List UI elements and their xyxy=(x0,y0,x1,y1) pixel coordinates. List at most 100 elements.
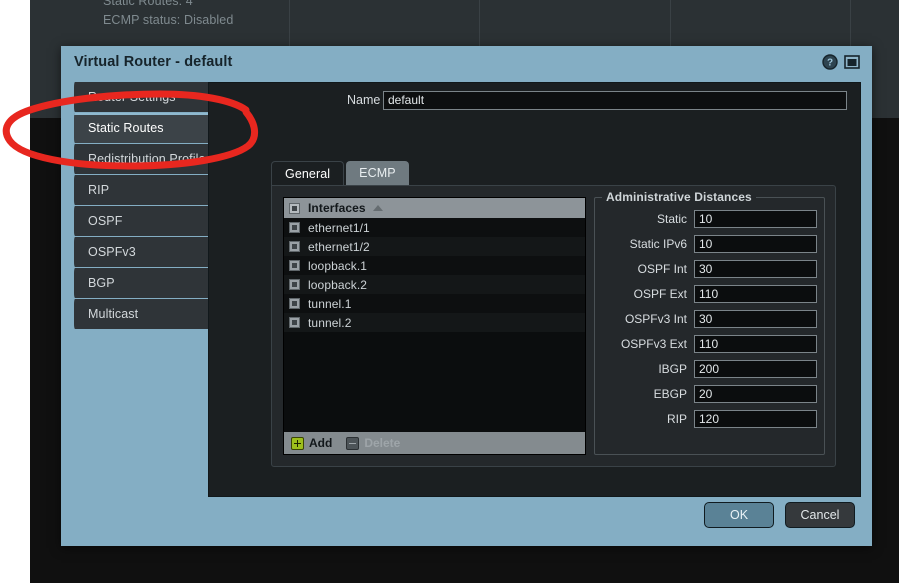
dialog-header-icons: ? xyxy=(822,54,860,70)
row-checkbox[interactable] xyxy=(289,279,300,290)
ospf-ext-input[interactable] xyxy=(694,284,817,303)
static-ipv6-input[interactable] xyxy=(694,234,817,253)
interfaces-column-header: Interfaces xyxy=(308,201,366,215)
administrative-distances-legend: Administrative Distances xyxy=(602,190,756,204)
name-input[interactable] xyxy=(383,90,847,110)
admin-distance-row: OSPF Int xyxy=(595,256,824,281)
dialog-footer: OK Cancel xyxy=(704,502,855,528)
admin-distance-row: RIP xyxy=(595,406,824,431)
tab-label: General xyxy=(285,166,331,181)
table-row[interactable]: ethernet1/1 xyxy=(284,218,585,237)
dialog-content-panel: Name General ECMP Interfaces xyxy=(208,82,861,497)
interface-name: tunnel.2 xyxy=(308,315,352,330)
ibgp-input[interactable] xyxy=(694,359,817,378)
row-checkbox[interactable] xyxy=(289,222,300,233)
general-tab-panel: Interfaces ethernet1/1 ethernet1/2 loopb… xyxy=(271,185,836,467)
rip-input[interactable] xyxy=(694,409,817,428)
row-checkbox[interactable] xyxy=(289,317,300,328)
admin-distance-row: OSPFv3 Int xyxy=(595,306,824,331)
ospf-int-input[interactable] xyxy=(694,259,817,278)
row-checkbox[interactable] xyxy=(289,241,300,252)
admin-distance-row: OSPFv3 Ext xyxy=(595,331,824,356)
sort-ascending-icon[interactable] xyxy=(372,205,383,211)
sidebar-item-router-settings[interactable]: Router Settings xyxy=(70,82,218,112)
admin-distance-row: IBGP xyxy=(595,356,824,381)
add-button-label: Add xyxy=(309,436,333,450)
static-input[interactable] xyxy=(694,209,817,228)
row-checkbox[interactable] xyxy=(289,298,300,309)
ospf-int-label: OSPF Int xyxy=(637,261,687,276)
name-row: Name xyxy=(209,87,862,113)
interface-name: loopback.1 xyxy=(308,258,368,273)
sidebar-item-label: RIP xyxy=(88,183,110,197)
dialog-sidebar-nav: Router Settings Static Routes Redistribu… xyxy=(70,82,218,330)
interfaces-table: Interfaces ethernet1/1 ethernet1/2 loopb… xyxy=(283,197,586,455)
plus-icon xyxy=(291,436,304,450)
admin-distance-row: EBGP xyxy=(595,381,824,406)
sidebar-item-rip[interactable]: RIP xyxy=(70,175,218,205)
tab-label: ECMP xyxy=(359,166,396,180)
interface-name: ethernet1/1 xyxy=(308,220,370,235)
interface-name: ethernet1/2 xyxy=(308,239,370,254)
background-ecmp-status-text: ECMP status: Disabled xyxy=(103,13,234,27)
table-row[interactable]: ethernet1/2 xyxy=(284,237,585,256)
select-all-checkbox[interactable] xyxy=(289,202,300,214)
sidebar-item-ospfv3[interactable]: OSPFv3 xyxy=(70,237,218,267)
table-row[interactable]: tunnel.2 xyxy=(284,313,585,332)
add-button[interactable]: Add xyxy=(291,436,332,450)
sidebar-item-redistribution-profile[interactable]: Redistribution Profile xyxy=(70,144,218,174)
sidebar-item-bgp[interactable]: BGP xyxy=(70,268,218,298)
tab-general[interactable]: General xyxy=(271,161,345,185)
tab-ecmp[interactable]: ECMP xyxy=(346,161,409,185)
cancel-button-label: Cancel xyxy=(800,508,840,522)
screen: Static Routes: 4 ECMP status: Disabled V… xyxy=(0,0,899,583)
admin-distance-row: OSPF Ext xyxy=(595,281,824,306)
sidebar-item-ospf[interactable]: OSPF xyxy=(70,206,218,236)
ebgp-label: EBGP xyxy=(653,386,687,401)
admin-distance-row: Static xyxy=(595,206,824,231)
interface-name: tunnel.1 xyxy=(308,296,352,311)
dialog-title: Virtual Router - default xyxy=(74,54,233,70)
maximize-icon[interactable] xyxy=(844,54,860,70)
ospfv3-int-input[interactable] xyxy=(694,309,817,328)
minus-icon xyxy=(346,436,360,450)
static-label: Static xyxy=(656,211,687,226)
table-row[interactable]: tunnel.1 xyxy=(284,294,585,313)
name-label: Name xyxy=(347,93,381,107)
delete-button-label: Delete xyxy=(364,436,401,450)
rip-label: RIP xyxy=(666,411,687,426)
sidebar-item-label: Router Settings xyxy=(88,90,176,104)
sidebar-item-label: Multicast xyxy=(88,307,139,321)
ospfv3-ext-label: OSPFv3 Ext xyxy=(620,336,687,351)
sidebar-item-multicast[interactable]: Multicast xyxy=(70,299,218,329)
ospfv3-ext-input[interactable] xyxy=(694,334,817,353)
row-checkbox[interactable] xyxy=(289,260,300,271)
ok-button[interactable]: OK xyxy=(704,502,774,528)
table-row[interactable]: loopback.1 xyxy=(284,256,585,275)
sidebar-item-label: BGP xyxy=(88,276,115,290)
background-static-routes-text: Static Routes: 4 xyxy=(103,0,193,8)
tab-bar: General ECMP xyxy=(271,161,409,185)
ok-button-label: OK xyxy=(729,508,749,522)
interfaces-table-footer: Add Delete xyxy=(284,432,585,454)
ospf-ext-label: OSPF Ext xyxy=(633,286,687,301)
sidebar-item-label: Static Routes xyxy=(88,121,164,135)
delete-button: Delete xyxy=(346,436,400,450)
interfaces-table-body: ethernet1/1 ethernet1/2 loopback.1 loopb… xyxy=(284,218,585,432)
admin-distance-row: Static IPv6 xyxy=(595,231,824,256)
svg-text:?: ? xyxy=(827,58,833,69)
sidebar-item-label: OSPFv3 xyxy=(88,245,136,259)
ebgp-input[interactable] xyxy=(694,384,817,403)
interface-name: loopback.2 xyxy=(308,277,368,292)
ibgp-label: IBGP xyxy=(658,361,687,376)
static-ipv6-label: Static IPv6 xyxy=(629,236,687,251)
ospfv3-int-label: OSPFv3 Int xyxy=(624,311,687,326)
help-circle-icon[interactable]: ? xyxy=(822,54,838,70)
cancel-button[interactable]: Cancel xyxy=(785,502,855,528)
table-row[interactable]: loopback.2 xyxy=(284,275,585,294)
sidebar-item-label: OSPF xyxy=(88,214,123,228)
virtual-router-dialog: Virtual Router - default ? Router Settin… xyxy=(61,46,872,546)
administrative-distances-panel: Administrative Distances Static Static I… xyxy=(594,190,825,455)
sidebar-item-label: Redistribution Profile xyxy=(88,152,206,166)
sidebar-item-static-routes[interactable]: Static Routes xyxy=(70,113,218,143)
